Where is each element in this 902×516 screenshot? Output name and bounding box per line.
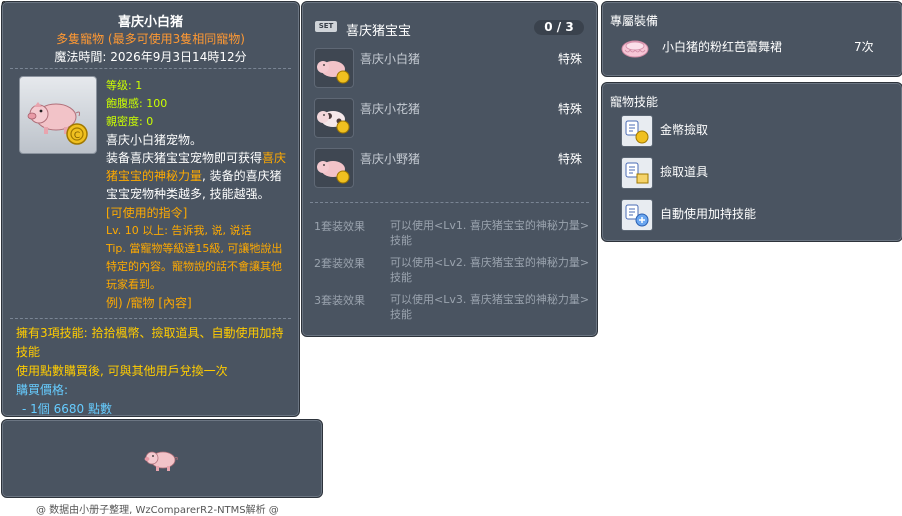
set-count: 0 / 3	[534, 20, 584, 35]
set-item-icon	[314, 48, 354, 88]
set-effect-text: 可以使用<Lv1. 喜庆猪宝宝的神秘力量>技能	[390, 219, 590, 247]
item-description: 喜庆小白猪宠物。 装备喜庆猪宝宝宠物即可获得喜庆猪宝宝的神秘力量, 装备的喜庆猪…	[106, 131, 292, 312]
spotted-pig-icon	[317, 111, 350, 134]
skills-title: 寵物技能	[610, 95, 659, 109]
set-effect-label: 3套装效果	[314, 294, 365, 307]
skills-summary: 擁有3項技能: 拾拾楓幣、撿取道具、自動使用加持技能	[16, 326, 284, 359]
set-item-type: 特殊	[558, 152, 583, 166]
pet-preview-panel	[1, 419, 323, 498]
item-tooltip-panel: 喜庆小白猪 多隻寵物 (最多可使用3隻相同寵物) 魔法時間: 2026年9月3日…	[1, 1, 300, 417]
command-level: Lv. 10 以上: 告诉我, 说, 说话	[106, 224, 252, 237]
desc-text: 装备喜庆猪宝宝宠物即可获得	[106, 151, 263, 165]
pet-skills-panel: 寵物技能 金幣撿取 撿取道具 自動使用加持技能	[601, 82, 902, 242]
command-tip: Tip. 當寵物等級達15級, 可讓牠說出特定的內容。寵物說的話不會讓其他玩家看…	[106, 242, 283, 291]
pet-closeness: 親密度: 0	[106, 115, 154, 128]
divider	[310, 202, 589, 203]
set-effect-text: 可以使用<Lv2. 喜庆猪宝宝的神秘力量>技能	[390, 256, 590, 284]
wild-pig-icon	[317, 161, 350, 184]
svg-text:C: C	[74, 131, 80, 141]
set-effect-text: 可以使用<Lv3. 喜庆猪宝宝的神秘力量>技能	[390, 293, 590, 321]
price-value: - 1個 6680 點數	[22, 402, 112, 416]
set-item-type: 特殊	[558, 102, 583, 116]
exclusive-item-name: 小白猪的粉红芭蕾舞裙	[662, 40, 783, 54]
set-item-name: 喜庆小野猪	[360, 152, 421, 166]
set-item-type: 特殊	[558, 52, 583, 66]
set-panel: SET 喜庆猪宝宝 0 / 3 喜庆小白猪 特殊 喜庆小花猪 特殊 喜庆小野猪 …	[301, 1, 598, 337]
skill-name: 撿取道具	[660, 165, 709, 179]
set-item-name: 喜庆小白猪	[360, 52, 421, 66]
trade-note: 使用點數購買後, 可與其他用戶兌換一次	[16, 364, 228, 378]
desc-line: 喜庆小白猪宠物。	[106, 133, 203, 147]
item-icon-frame: C	[19, 76, 97, 154]
item-extra-info: 擁有3項技能: 拾拾楓幣、撿取道具、自動使用加持技能 使用點數購買後, 可與其他…	[16, 324, 292, 419]
set-effect-label: 2套装效果	[314, 257, 365, 270]
item-title: 喜庆小白猪	[117, 15, 183, 30]
pet-fullness: 飽腹感: 100	[106, 97, 168, 110]
set-item-icon	[314, 98, 354, 138]
set-name: 喜庆猪宝宝	[346, 24, 412, 39]
skill-name: 自動使用加持技能	[660, 207, 757, 221]
command-example: 例) /寵物 [內容]	[106, 296, 192, 310]
price-label: 購買價格:	[16, 383, 69, 397]
item-pickup-icon	[621, 157, 653, 189]
exclusive-title: 專屬裝備	[610, 14, 659, 28]
set-item-name: 喜庆小花猪	[360, 102, 421, 116]
command-header: [可使用的指令]	[106, 206, 188, 220]
tutu-icon	[621, 40, 649, 58]
set-effect-label: 1套装效果	[314, 220, 365, 233]
desc-set-bonus: 装备喜庆猪宝宝宠物即可获得喜庆猪宝宝的神秘力量, 装备的喜庆猪宝宝宠物种类越多,…	[106, 149, 292, 203]
pet-level: 等级: 1	[106, 79, 143, 92]
white-pig-icon	[317, 61, 350, 84]
auto-buff-icon	[621, 199, 653, 231]
coin-pickup-icon	[621, 115, 653, 147]
item-subtitle: 多隻寵物 (最多可使用3隻相同寵物)	[56, 32, 245, 46]
divider	[10, 68, 291, 69]
pig-sprite-icon	[144, 451, 178, 471]
footer-credit: @ 数据由小册子整理, WzComparerR2-NTMS解析 @	[36, 505, 279, 516]
pig-icon: C	[27, 102, 88, 145]
exclusive-equip-panel: 專屬裝備 小白猪的粉红芭蕾舞裙 7次	[601, 1, 902, 77]
set-badge: SET	[315, 21, 337, 32]
skill-name: 金幣撿取	[660, 123, 709, 137]
item-expiry: 魔法時間: 2026年9月3日14時12分	[54, 50, 247, 64]
exclusive-item-count: 7次	[854, 40, 874, 54]
set-item-icon	[314, 148, 354, 188]
divider	[10, 318, 291, 319]
